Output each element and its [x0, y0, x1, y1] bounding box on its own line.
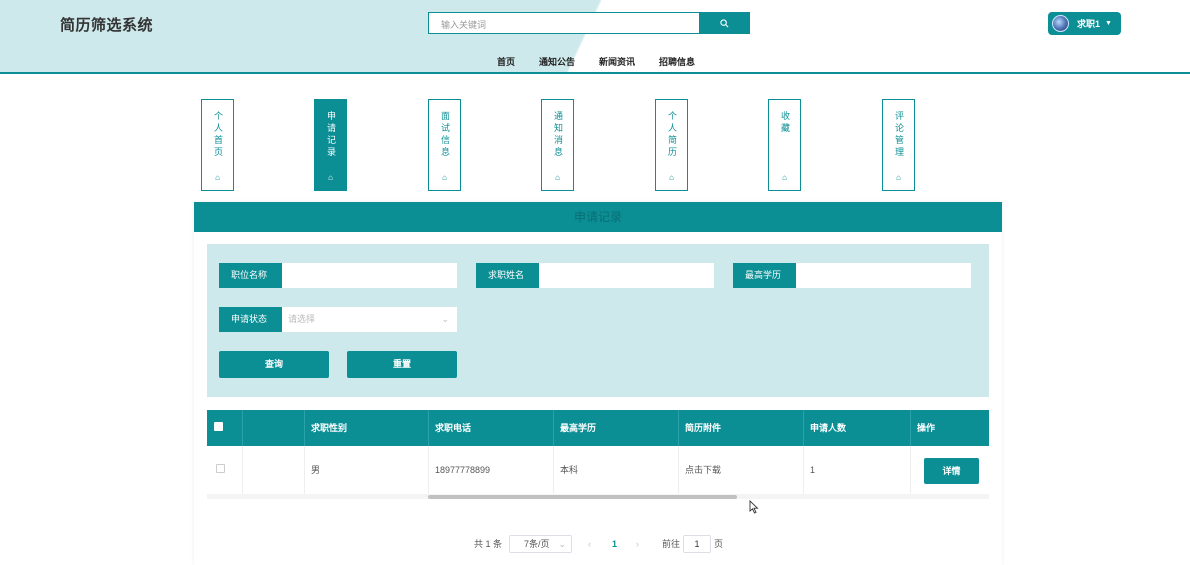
home-icon: ⌂ — [669, 173, 674, 182]
menu-tab-label: 评论管理 — [894, 111, 904, 159]
column-header: 操作 — [910, 410, 989, 446]
nav-notice[interactable]: 通知公告 — [539, 55, 575, 68]
home-icon: ⌂ — [555, 173, 560, 182]
mouse-cursor-icon — [749, 500, 759, 514]
page-size-value: 7条/页 — [524, 539, 550, 549]
reset-button[interactable]: 重置 — [347, 351, 457, 378]
gender-cell: 男 — [304, 446, 428, 495]
status-label: 申请状态 — [219, 307, 282, 332]
status-select[interactable]: 请选择 ⌄ — [282, 307, 457, 332]
total-count: 共 1 条 — [474, 539, 503, 549]
menu-tab-resume[interactable]: 个人简历 ⌂ — [655, 99, 688, 191]
search-icon — [720, 18, 729, 27]
menu-tab-label: 收藏 — [780, 111, 790, 135]
prev-page-icon[interactable]: ‹ — [588, 535, 591, 553]
nav-home[interactable]: 首页 — [497, 55, 515, 68]
menu-tab-label: 通知消息 — [553, 111, 563, 159]
phone-cell: 18977778899 — [428, 446, 553, 495]
nav-news[interactable]: 新闻资讯 — [599, 55, 635, 68]
applicant-name-label: 求职姓名 — [476, 263, 539, 288]
applicant-name-input[interactable] — [539, 263, 714, 288]
education-cell: 本科 — [553, 446, 678, 495]
page-size-select[interactable]: 7条/页 ⌄ — [509, 535, 572, 553]
search-button[interactable] — [699, 12, 750, 34]
nav-jobs[interactable]: 招聘信息 — [659, 55, 695, 68]
goto-page-input[interactable]: 1 — [683, 535, 711, 553]
column-header — [242, 410, 304, 446]
education-label: 最高学历 — [733, 263, 796, 288]
header: 简历筛选系统 输入关键词 求职1 ▼ 首页 通知公告 新闻资讯 招聘信息 — [0, 0, 1190, 74]
goto-label: 前往 — [662, 539, 681, 549]
table-cell — [242, 446, 304, 495]
chevron-down-icon: ⌄ — [558, 539, 566, 549]
column-header: 最高学历 — [553, 410, 678, 446]
column-header: 简历附件 — [678, 410, 803, 446]
column-header: 申请人数 — [803, 410, 910, 446]
table-row: 男 18977778899 本科 点击下载 1 — [207, 446, 989, 495]
column-header: 求职电话 — [428, 410, 553, 446]
menu-tab-label: 面试信息 — [440, 111, 450, 159]
main-nav: 首页 通知公告 新闻资讯 招聘信息 — [0, 55, 1190, 69]
menu-tab-interviews[interactable]: 面试信息 ⌂ — [428, 99, 461, 191]
home-icon: ⌂ — [215, 173, 220, 182]
menu-tab-label: 个人简历 — [667, 111, 677, 159]
count-cell: 1 — [803, 446, 910, 495]
education-input[interactable] — [796, 263, 971, 288]
query-button[interactable]: 查询 — [219, 351, 329, 378]
home-icon: ⌂ — [328, 173, 333, 182]
table-header: 求职性别 求职电话 最高学历 简历附件 申请人数 操作 — [207, 410, 989, 446]
caret-down-icon: ▼ — [1105, 20, 1112, 27]
status-placeholder: 请选择 — [288, 314, 316, 324]
attachment-download-link[interactable]: 点击下载 — [678, 446, 803, 495]
select-all-checkbox[interactable] — [214, 422, 223, 431]
menu-tab-profile-home[interactable]: 个人首页 ⌂ — [201, 99, 234, 191]
chevron-down-icon: ⌄ — [441, 314, 449, 324]
page-suffix: 页 — [714, 539, 724, 549]
next-page-icon[interactable]: › — [636, 535, 639, 553]
detail-button[interactable]: 详情 — [924, 458, 979, 484]
menu-tab-comments[interactable]: 评论管理 ⌂ — [882, 99, 915, 191]
row-checkbox[interactable] — [216, 464, 225, 473]
scrollbar-thumb[interactable] — [428, 495, 737, 499]
header-divider — [0, 72, 1190, 74]
panel-title: 申请记录 — [194, 202, 1002, 232]
menu-tab-label: 申请记录 — [326, 111, 336, 159]
home-icon: ⌂ — [442, 173, 447, 182]
home-icon: ⌂ — [896, 173, 901, 182]
menu-tab-applications[interactable]: 申请记录 ⌂ — [314, 99, 347, 191]
site-logo[interactable]: 简历筛选系统 — [60, 14, 153, 35]
job-name-label: 职位名称 — [219, 263, 282, 288]
user-menu-button[interactable]: 求职1 ▼ — [1048, 12, 1121, 35]
menu-tab-messages[interactable]: 通知消息 ⌂ — [541, 99, 574, 191]
user-name: 求职1 — [1077, 19, 1101, 29]
job-name-input[interactable] — [282, 263, 457, 288]
menu-tab-favorites[interactable]: 收藏 ⌂ — [768, 99, 801, 191]
avatar — [1052, 15, 1069, 32]
menu-tab-label: 个人首页 — [213, 111, 223, 159]
page-number[interactable]: 1 — [612, 535, 617, 553]
search-input[interactable]: 输入关键词 — [428, 12, 700, 34]
home-icon: ⌂ — [782, 173, 787, 182]
column-header: 求职性别 — [304, 410, 428, 446]
